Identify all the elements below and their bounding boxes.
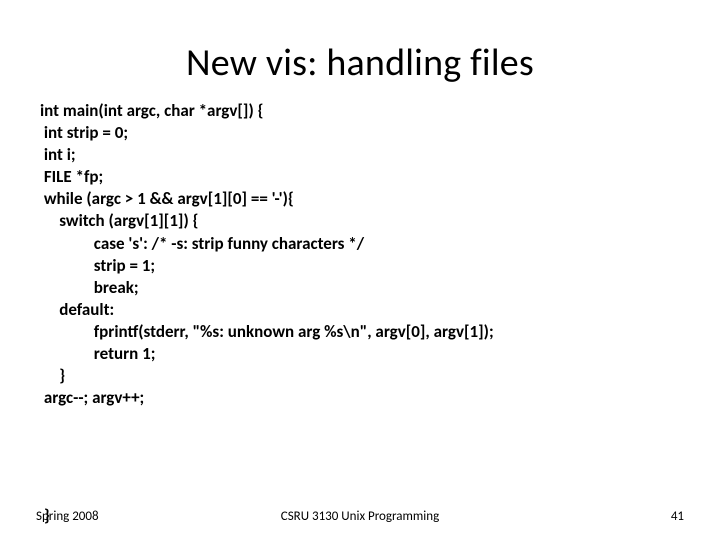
code-block: int main(int argc, char *argv[]) { int s…	[40, 100, 680, 409]
code-line: int strip = 0;	[40, 122, 680, 144]
code-line: return 1;	[40, 343, 680, 365]
code-line: fprintf(stderr, "%s: unknown arg %s\n", …	[40, 321, 680, 343]
code-line: strip = 1;	[40, 255, 680, 277]
slide-title: New vis: handling files	[40, 40, 680, 86]
code-line: default:	[40, 299, 680, 321]
code-line: }	[40, 365, 680, 387]
code-line: argc--; argv++;	[40, 387, 680, 409]
footer-course: CSRU 3130 Unix Programming	[281, 509, 439, 524]
code-line: switch (argv[1][1]) {	[40, 210, 680, 232]
code-line: int i;	[40, 144, 680, 166]
page-number: 41	[671, 509, 684, 524]
code-line: break;	[40, 277, 680, 299]
code-line: case 's': /* -s: strip funny characters …	[40, 233, 680, 255]
footer: Spring 2008 CSRU 3130 Unix Programming 4…	[0, 509, 720, 524]
code-line: while (argc > 1 && argv[1][0] == '-'){	[40, 188, 680, 210]
footer-date: Spring 2008	[36, 509, 99, 524]
slide: New vis: handling files int main(int arg…	[0, 0, 720, 540]
code-line: FILE *fp;	[40, 166, 680, 188]
code-line: int main(int argc, char *argv[]) {	[40, 100, 680, 122]
